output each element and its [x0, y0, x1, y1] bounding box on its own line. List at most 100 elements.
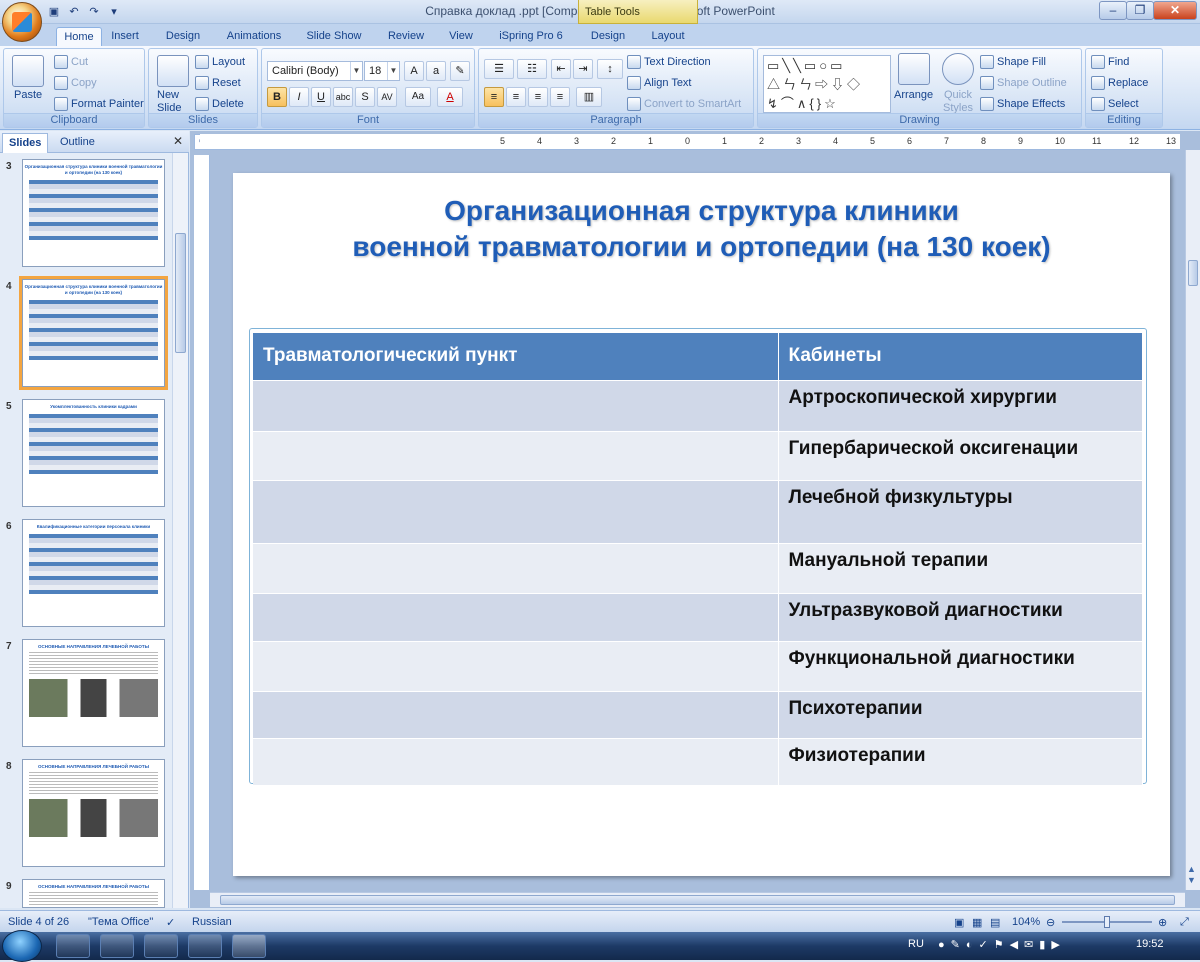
- slide-table[interactable]: Травматологический пункт Кабинеты Артрос…: [253, 333, 1143, 785]
- slide-thumbnail[interactable]: Квалификационные категории персонала кли…: [22, 519, 165, 627]
- zoom-in-icon[interactable]: ⊕: [1158, 916, 1167, 929]
- restore-button[interactable]: ❐: [1126, 1, 1154, 20]
- slide-thumbnail[interactable]: Организационная структура клиники военно…: [22, 159, 165, 267]
- shapes-gallery[interactable]: ▭╲╲▭○▭ △ㄣㄣ⇨⇩◇ ↯⌒∧{}☆: [763, 55, 891, 113]
- close-icon[interactable]: ✕: [173, 134, 183, 148]
- shape-fill-button[interactable]: Shape Fill: [980, 55, 1046, 69]
- normal-view-icon[interactable]: ▣: [954, 916, 964, 929]
- table-header-cell[interactable]: Травматологический пункт: [253, 333, 779, 380]
- strikethrough-button[interactable]: abc: [333, 87, 353, 107]
- tab-design[interactable]: Design: [160, 27, 206, 46]
- slide-show-icon[interactable]: ▤: [990, 916, 1000, 929]
- taskbar-explorer-icon[interactable]: [100, 934, 134, 958]
- start-button[interactable]: [2, 930, 42, 962]
- table-header-cell[interactable]: Кабинеты: [778, 333, 1143, 380]
- tray-icons[interactable]: ●✎◐✓⚑◀✉▮▶: [938, 938, 1066, 951]
- taskbar-word-icon[interactable]: [144, 934, 178, 958]
- slide-thumbnail[interactable]: ОСНОВНЫЕ НАПРАВЛЕНИЯ ЛЕЧЕБНОЙ РАБОТЫ: [22, 639, 165, 747]
- zoom-out-icon[interactable]: ⊖: [1046, 916, 1055, 929]
- grow-font-button[interactable]: A: [404, 61, 424, 81]
- italic-button[interactable]: I: [289, 87, 309, 107]
- tab-view[interactable]: View: [440, 27, 482, 46]
- slide-thumbnail[interactable]: Укомплектованность клиники кадрами: [22, 399, 165, 507]
- taskbar-media-icon[interactable]: [188, 934, 222, 958]
- cut-button[interactable]: Cut: [54, 55, 88, 69]
- bullets-button[interactable]: ☰: [484, 59, 514, 79]
- input-language[interactable]: RU: [908, 938, 924, 950]
- align-right-button[interactable]: ≡: [528, 87, 548, 107]
- zoom-level[interactable]: 104%: [1012, 916, 1040, 928]
- theme-name[interactable]: "Тема Office": [88, 916, 153, 928]
- clear-format-button[interactable]: ✎: [450, 61, 470, 81]
- arrange-button[interactable]: Arrange: [894, 89, 933, 101]
- minimize-button[interactable]: –: [1099, 1, 1127, 20]
- tab-ispring[interactable]: iSpring Pro 6: [494, 27, 568, 46]
- layout-button[interactable]: Layout: [195, 55, 245, 69]
- change-case-button[interactable]: Aa: [405, 87, 431, 107]
- slide-sorter-icon[interactable]: ▦: [972, 916, 982, 929]
- scroll-thumb[interactable]: [1188, 260, 1198, 286]
- tab-slide-show[interactable]: Slide Show: [300, 27, 368, 46]
- taskbar-firefox-icon[interactable]: [56, 934, 90, 958]
- shape-outline-button[interactable]: Shape Outline: [980, 76, 1067, 90]
- align-left-button[interactable]: ≡: [484, 87, 504, 107]
- table-cell-empty[interactable]: [253, 640, 779, 691]
- office-button[interactable]: [2, 2, 42, 42]
- text-direction-button[interactable]: Text Direction: [627, 55, 711, 69]
- pane-scrollbar[interactable]: [172, 153, 188, 908]
- tab-animations[interactable]: Animations: [220, 27, 288, 46]
- shadow-button[interactable]: S: [355, 87, 375, 107]
- font-size-combo[interactable]: 18 ▼: [364, 61, 400, 81]
- spell-check-icon[interactable]: ✓: [166, 916, 175, 929]
- tab-home[interactable]: Home: [56, 27, 102, 46]
- table-cell-cabinet[interactable]: Гипербарической оксигенации: [778, 430, 1143, 480]
- tab-slides[interactable]: Slides: [2, 133, 49, 153]
- slide-canvas[interactable]: Организационная структура клиники военно…: [233, 173, 1170, 876]
- columns-button[interactable]: ▥: [576, 87, 602, 107]
- pane-scroll-thumb[interactable]: [175, 233, 186, 353]
- justify-button[interactable]: ≡: [550, 87, 570, 107]
- taskbar-powerpoint-icon[interactable]: [232, 934, 266, 958]
- table-cell-empty[interactable]: [253, 379, 779, 431]
- find-button[interactable]: Find: [1091, 55, 1129, 69]
- vertical-scrollbar[interactable]: ▲ ▼: [1185, 150, 1200, 890]
- delete-slide-button[interactable]: Delete: [195, 97, 244, 111]
- table-cell-empty[interactable]: [253, 430, 779, 480]
- table-cell-cabinet[interactable]: Психотерапии: [778, 690, 1143, 738]
- align-center-button[interactable]: ≡: [506, 87, 526, 107]
- language-indicator[interactable]: Russian: [192, 916, 232, 928]
- tab-insert[interactable]: Insert: [104, 27, 146, 46]
- prev-next-slide-icon[interactable]: ▲ ▼: [1187, 864, 1196, 886]
- horizontal-ruler[interactable]: 5 4 3 2 1 0 1 2 3 4 5 6 7 8 9 10 11 12 13: [200, 134, 1180, 150]
- horizontal-scrollbar[interactable]: [210, 892, 1185, 907]
- shrink-font-button[interactable]: a: [426, 61, 446, 81]
- shape-effects-button[interactable]: Shape Effects: [980, 97, 1065, 111]
- table-cell-empty[interactable]: [253, 542, 779, 593]
- quick-styles-button[interactable]: Quick Styles: [940, 89, 976, 115]
- slide-thumbnail[interactable]: ОСНОВНЫЕ НАПРАВЛЕНИЯ ЛЕЧЕБНОЙ РАБОТЫ: [22, 879, 165, 908]
- line-spacing-button[interactable]: ↕: [597, 59, 623, 79]
- tab-outline[interactable]: Outline: [54, 133, 101, 153]
- table-cell-empty[interactable]: [253, 592, 779, 641]
- table-cell-cabinet[interactable]: Ультразвуковой диагностики: [778, 592, 1143, 641]
- table-cell-empty[interactable]: [253, 690, 779, 738]
- table-cell-cabinet[interactable]: Лечебной физкультуры: [778, 479, 1143, 543]
- bold-button[interactable]: B: [267, 87, 287, 107]
- font-color-button[interactable]: A: [437, 87, 463, 107]
- format-painter-button[interactable]: Format Painter: [54, 97, 144, 111]
- underline-button[interactable]: U: [311, 87, 331, 107]
- align-text-button[interactable]: Align Text: [627, 76, 692, 90]
- tab-table-design[interactable]: Design: [584, 27, 632, 46]
- font-name-combo[interactable]: Calibri (Body) ▼: [267, 61, 363, 81]
- replace-button[interactable]: Replace: [1091, 76, 1148, 90]
- tab-table-layout[interactable]: Layout: [644, 27, 692, 46]
- slide-thumbnail[interactable]: ОСНОВНЫЕ НАПРАВЛЕНИЯ ЛЕЧЕБНОЙ РАБОТЫ: [22, 759, 165, 867]
- table-cell-cabinet[interactable]: Физиотерапии: [778, 737, 1143, 785]
- slide-title[interactable]: Организационная структура клиники военно…: [233, 193, 1170, 265]
- numbering-button[interactable]: ☷: [517, 59, 547, 79]
- table-cell-empty[interactable]: [253, 479, 779, 543]
- vertical-ruler[interactable]: [194, 155, 210, 890]
- clock[interactable]: 19:52: [1136, 938, 1164, 950]
- select-button[interactable]: Select: [1091, 97, 1139, 111]
- slide-thumbnail[interactable]: Организационная структура клиники военно…: [19, 276, 168, 390]
